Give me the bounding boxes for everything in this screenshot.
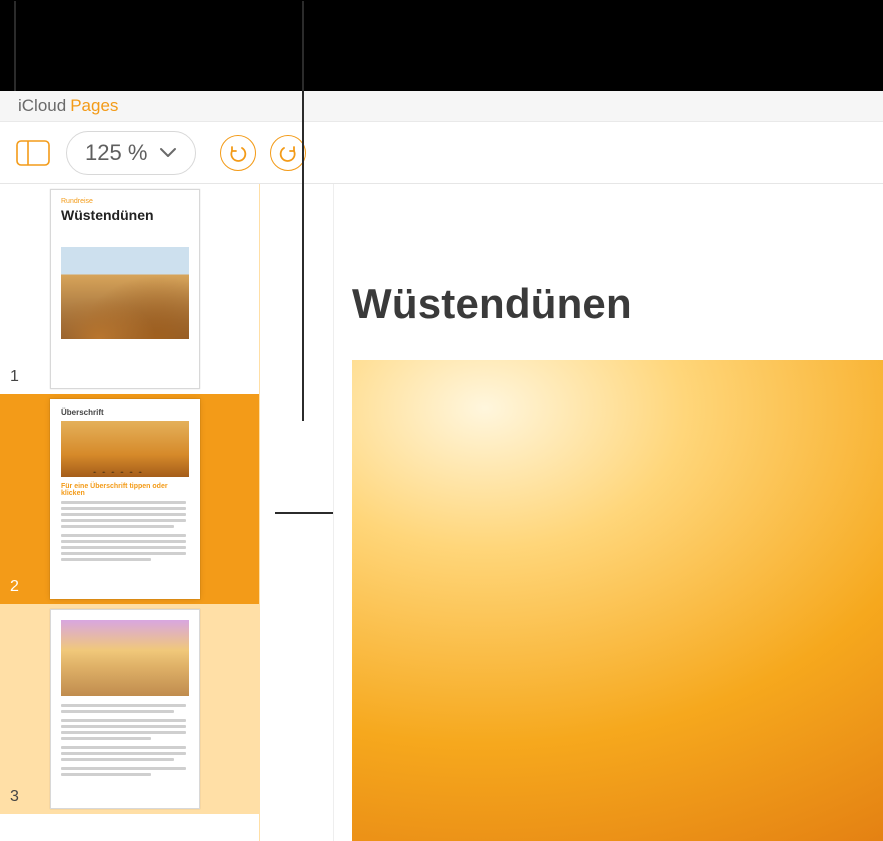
- thumb-text-lines: [61, 501, 189, 528]
- callout-line: [302, 1, 304, 421]
- zoom-dropdown[interactable]: 125 %: [66, 131, 196, 175]
- thumb-text-lines: [61, 767, 189, 776]
- page-thumbnail-1[interactable]: 1 Rundreise Wüstendünen: [0, 184, 259, 394]
- thumb-image-caravan: [61, 421, 189, 477]
- document-canvas[interactable]: Wüstendünen: [260, 184, 883, 841]
- thumb-text-lines: [61, 746, 189, 761]
- toolbar: 125 %: [0, 122, 883, 184]
- thumb-text-lines: [61, 704, 189, 713]
- thumbnail-preview: Überschrift Für eine Überschrift tippen …: [50, 399, 200, 599]
- workarea: 1 Rundreise Wüstendünen 2 Überschrift Fü…: [0, 184, 883, 841]
- sidebar-icon: [16, 140, 50, 166]
- page-thumbnails-sidebar: 1 Rundreise Wüstendünen 2 Überschrift Fü…: [0, 184, 260, 841]
- page-number: 3: [10, 788, 19, 806]
- callout-line: [14, 1, 16, 91]
- chevron-down-icon: [159, 147, 177, 159]
- undo-button[interactable]: [220, 135, 256, 171]
- thumb-subheading: Für eine Überschrift tippen oder klicken: [61, 483, 189, 497]
- redo-icon: [278, 143, 298, 163]
- thumb-image-landscape: [61, 620, 189, 696]
- document-hero-image[interactable]: [352, 360, 883, 841]
- thumb-title: Wüstendünen: [61, 207, 189, 223]
- app-header: iCloud Pages: [0, 91, 883, 122]
- thumb-heading: Überschrift: [61, 408, 189, 417]
- document-title[interactable]: Wüstendünen: [352, 280, 632, 328]
- sidebar-toggle-button[interactable]: [12, 137, 54, 169]
- icloud-label: iCloud: [18, 96, 66, 116]
- page-thumbnail-3[interactable]: 3: [0, 604, 259, 814]
- page-number: 2: [10, 578, 19, 596]
- undo-redo-group: [220, 135, 306, 171]
- page-number: 1: [10, 368, 19, 386]
- thumb-text-lines: [61, 719, 189, 740]
- thumb-text-lines: [61, 534, 189, 561]
- annotation-black-bar: [0, 0, 883, 91]
- thumb-brand: Rundreise: [61, 198, 189, 205]
- thumb-image-dunes: [61, 247, 189, 339]
- pages-label: Pages: [70, 96, 118, 116]
- zoom-value: 125 %: [85, 140, 147, 166]
- page-thumbnail-2[interactable]: 2 Überschrift Für eine Überschrift tippe…: [0, 394, 259, 604]
- thumbnail-preview: Rundreise Wüstendünen: [50, 189, 200, 389]
- thumbnail-preview: [50, 609, 200, 809]
- callout-line: [275, 512, 333, 514]
- undo-icon: [228, 143, 248, 163]
- redo-button[interactable]: [270, 135, 306, 171]
